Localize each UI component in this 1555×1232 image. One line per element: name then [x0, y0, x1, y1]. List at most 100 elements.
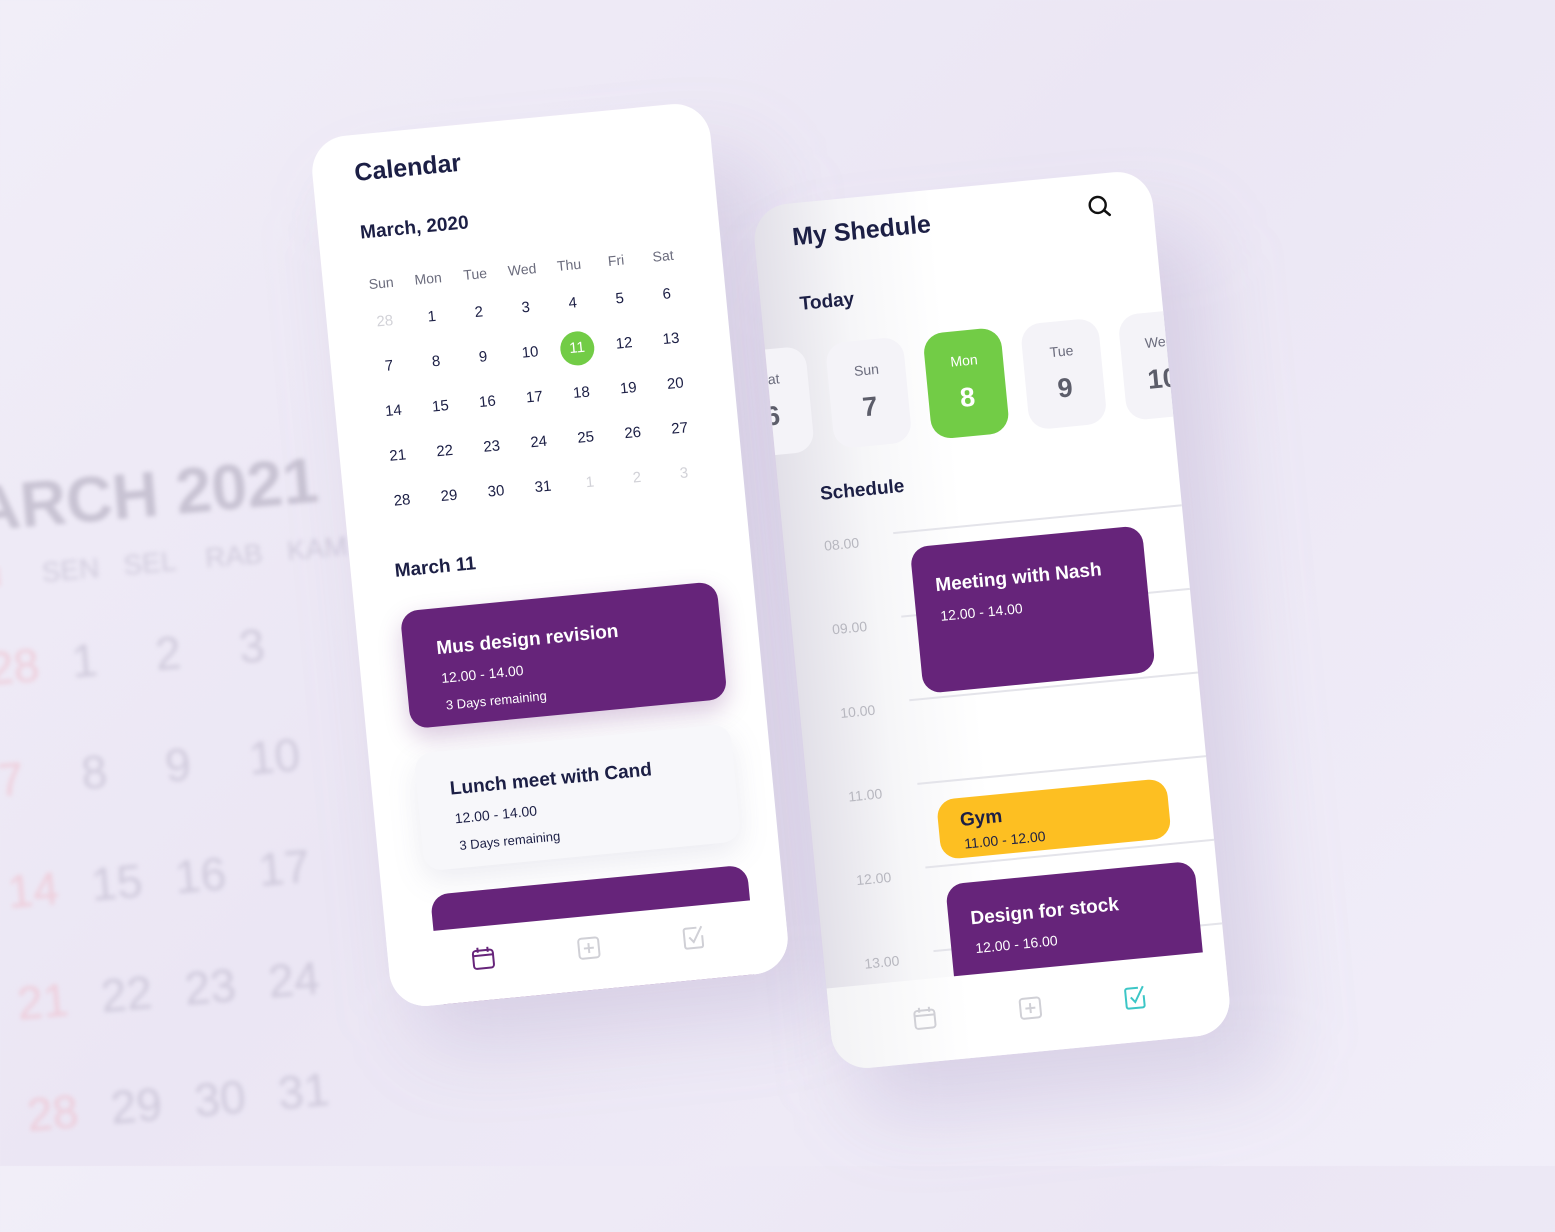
- check-square-icon[interactable]: [679, 923, 710, 954]
- calendar-day[interactable]: 4: [554, 285, 591, 322]
- hour-line: [917, 755, 1206, 785]
- calendar-day[interactable]: 10: [512, 334, 549, 371]
- calendar-day-selected[interactable]: 11: [559, 330, 596, 367]
- hour-label: 09.00: [831, 618, 867, 637]
- background-day: 10: [246, 727, 302, 785]
- event-title: Lunch meet with Cand: [449, 759, 653, 800]
- calendar-screen: Calendar March, 2020 SunMonTueWedThuFriS…: [309, 101, 791, 1009]
- background-weekday: KAM: [286, 530, 349, 567]
- calendar-day[interactable]: 30: [478, 473, 515, 510]
- calendar-day[interactable]: 7: [371, 348, 408, 385]
- background-day: 17: [256, 839, 312, 897]
- background-day: 9: [163, 737, 193, 793]
- calendar-icon[interactable]: [910, 1003, 941, 1034]
- day-chip[interactable]: Sun 7: [825, 336, 913, 449]
- page-title: Calendar: [353, 149, 462, 188]
- background-day: 22: [99, 965, 155, 1023]
- calendar-day[interactable]: 27: [661, 410, 698, 447]
- background-day: 16: [173, 846, 229, 904]
- calendar-day[interactable]: 22: [426, 433, 463, 470]
- day-chip-weekday: Tue: [1022, 339, 1101, 362]
- hour-label: 10.00: [839, 702, 875, 721]
- weekday-label: Sat: [640, 246, 685, 266]
- calendar-day[interactable]: 3: [665, 455, 702, 492]
- calendar-icon[interactable]: [468, 943, 499, 974]
- today-label: Today: [799, 289, 855, 316]
- background-day: 3: [237, 618, 267, 674]
- calendar-day[interactable]: 19: [610, 370, 647, 407]
- calendar-day[interactable]: 2: [618, 460, 655, 497]
- background-day: 28: [0, 638, 41, 696]
- calendar-day[interactable]: 20: [657, 366, 694, 403]
- calendar-day[interactable]: 3: [507, 290, 544, 327]
- event-time: 12.00 - 14.00: [940, 600, 1024, 624]
- page-title: My Shedule: [791, 210, 932, 252]
- calendar-day[interactable]: 2: [460, 294, 497, 331]
- calendar-day[interactable]: 6: [648, 276, 685, 313]
- calendar-day[interactable]: 12: [606, 325, 643, 362]
- calendar-day[interactable]: 16: [469, 384, 506, 421]
- event-title: Gym: [959, 806, 1003, 832]
- day-chip[interactable]: Tue 9: [1020, 317, 1108, 430]
- calendar-day[interactable]: 31: [525, 469, 562, 506]
- calendar-day[interactable]: 13: [653, 321, 690, 358]
- background-weekday: ON: [0, 560, 3, 596]
- background-day: 14: [5, 861, 61, 919]
- hour-label: 12.00: [856, 869, 892, 888]
- event-time: 11.00 - 12.00: [964, 828, 1047, 852]
- event-remaining: 3 Days remaining: [445, 688, 547, 713]
- calendar-day[interactable]: 17: [516, 379, 553, 416]
- background-day: 29: [108, 1077, 164, 1135]
- calendar-day[interactable]: 26: [614, 415, 651, 452]
- hour-line: [893, 504, 1182, 534]
- check-square-icon[interactable]: [1121, 983, 1152, 1014]
- day-chip-number: 9: [1025, 369, 1106, 407]
- day-chip-number: 8: [927, 379, 1008, 417]
- calendar-day[interactable]: 9: [465, 339, 502, 376]
- background-day: 15: [89, 853, 145, 911]
- event-card[interactable]: Mus design revision 12.00 - 14.00 3 Days…: [400, 581, 728, 729]
- day-chip[interactable]: Mon8: [922, 327, 1010, 440]
- day-chip-weekday: Sun: [827, 358, 906, 381]
- weekday-label: Fri: [593, 250, 638, 270]
- background-day: 7: [0, 751, 26, 807]
- weekday-label: Sun: [358, 273, 403, 293]
- calendar-day[interactable]: 24: [520, 424, 557, 461]
- schedule-label: Schedule: [819, 476, 905, 506]
- plus-square-icon[interactable]: [1015, 993, 1046, 1024]
- hour-label: 08.00: [823, 534, 859, 553]
- hour-label: 13.00: [864, 952, 900, 971]
- calendar-day[interactable]: 28: [366, 303, 403, 340]
- event-title: Meeting with Nash: [934, 559, 1102, 597]
- calendar-day[interactable]: 23: [473, 429, 510, 466]
- event-title: Mus design revision: [435, 621, 619, 660]
- weekday-label: Wed: [499, 259, 544, 279]
- event-title: Design for stock: [970, 894, 1120, 930]
- calendar-day[interactable]: 25: [567, 419, 604, 456]
- calendar-day[interactable]: 18: [563, 375, 600, 412]
- calendar-day[interactable]: 28: [384, 482, 421, 519]
- plus-square-icon[interactable]: [574, 933, 605, 964]
- weekday-label: Mon: [405, 268, 450, 288]
- calendar-day[interactable]: 29: [431, 478, 468, 515]
- background-weekday: SEN: [40, 552, 100, 589]
- calendar-day[interactable]: 5: [601, 281, 638, 318]
- event-card[interactable]: Lunch meet with Cand 12.00 - 14.00 3 Day…: [413, 724, 741, 872]
- calendar-day[interactable]: 8: [418, 343, 455, 380]
- weekday-label: Thu: [546, 255, 591, 275]
- calendar-day[interactable]: 1: [572, 464, 609, 501]
- month-label: March, 2020: [359, 212, 469, 244]
- calendar-day[interactable]: 21: [379, 438, 416, 475]
- calendar-day[interactable]: 15: [422, 388, 459, 425]
- background-month-title: ARCH 2021: [0, 443, 321, 547]
- day-chip-number: 7: [830, 388, 911, 426]
- background-day: 21: [15, 972, 71, 1030]
- event-card[interactable]: Meeting with Nash 12.00 - 14.00: [910, 525, 1156, 694]
- schedule-screen: My Shedule Today Sat6Sun7Mon8Tue9Wed10 S…: [751, 169, 1232, 1071]
- event-time: 12.00 - 14.00: [441, 662, 525, 686]
- calendar-day[interactable]: 14: [375, 393, 412, 430]
- event-time: 12.00 - 14.00: [454, 802, 538, 826]
- calendar-day[interactable]: 1: [413, 299, 450, 336]
- background-day: 1: [69, 633, 99, 689]
- search-icon[interactable]: [1086, 193, 1114, 221]
